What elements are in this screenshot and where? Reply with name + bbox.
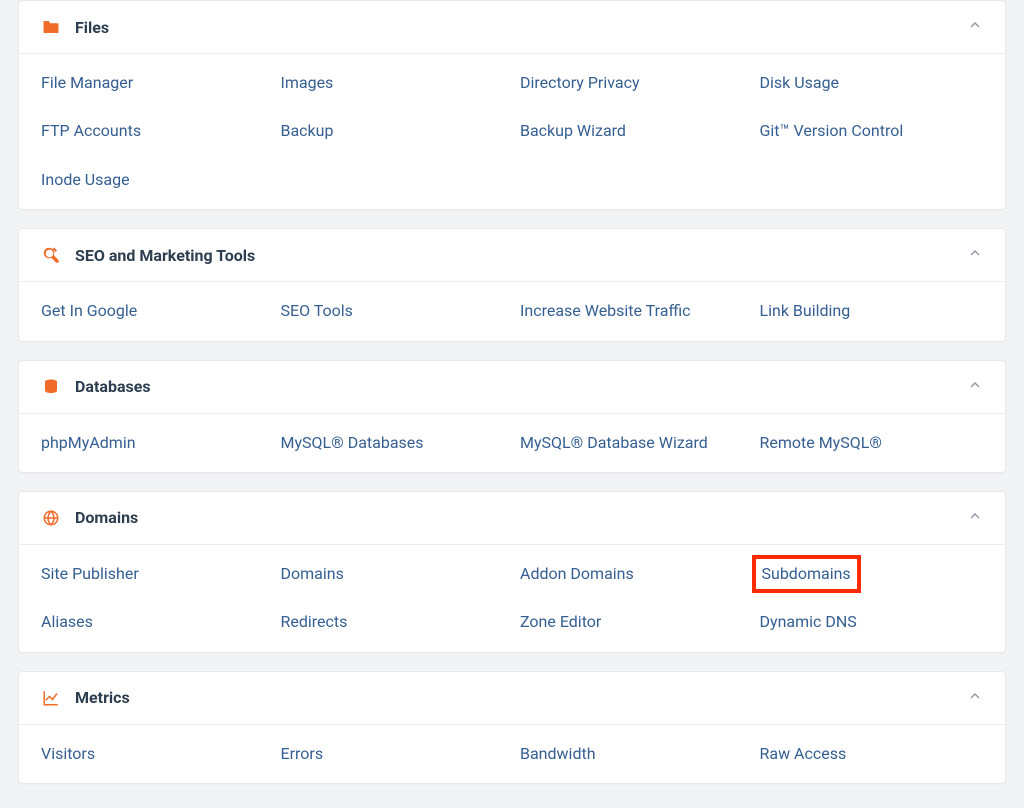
panel-body-seo: Get In Google SEO Tools Increase Website…: [19, 282, 1005, 340]
chevron-up-icon: [967, 688, 983, 708]
chevron-up-icon: [967, 508, 983, 528]
item-addon-domains[interactable]: Addon Domains: [520, 563, 744, 585]
item-seo-tools[interactable]: SEO Tools: [281, 300, 505, 322]
folder-icon: [41, 17, 61, 37]
item-aliases[interactable]: Aliases: [41, 611, 265, 633]
item-get-in-google[interactable]: Get In Google: [41, 300, 265, 322]
item-phpmyadmin[interactable]: phpMyAdmin: [41, 432, 265, 454]
globe-icon: [41, 508, 61, 528]
tools-icon: [41, 245, 61, 265]
item-ftp-accounts[interactable]: FTP Accounts: [41, 120, 265, 142]
panel-databases: Databases phpMyAdmin MySQL® Databases My…: [18, 360, 1006, 473]
chart-icon: [41, 688, 61, 708]
item-backup[interactable]: Backup: [281, 120, 505, 142]
item-site-publisher[interactable]: Site Publisher: [41, 563, 265, 585]
item-raw-access[interactable]: Raw Access: [760, 743, 984, 765]
item-increase-website-traffic[interactable]: Increase Website Traffic: [520, 300, 744, 322]
item-mysql-databases[interactable]: MySQL® Databases: [281, 432, 505, 454]
item-subdomains[interactable]: Subdomains: [760, 563, 853, 585]
panel-header-domains[interactable]: Domains: [19, 492, 1005, 545]
panel-title: Metrics: [75, 688, 967, 707]
item-mysql-database-wizard[interactable]: MySQL® Database Wizard: [520, 432, 744, 454]
panel-header-metrics[interactable]: Metrics: [19, 672, 1005, 725]
item-backup-wizard[interactable]: Backup Wizard: [520, 120, 744, 142]
database-icon: [41, 377, 61, 397]
item-images[interactable]: Images: [281, 72, 505, 94]
panel-header-databases[interactable]: Databases: [19, 361, 1005, 414]
panel-header-files[interactable]: Files: [19, 1, 1005, 54]
panel-files: Files File Manager Images Directory Priv…: [18, 0, 1006, 210]
item-remote-mysql[interactable]: Remote MySQL®: [760, 432, 984, 454]
panel-metrics: Metrics Visitors Errors Bandwidth Raw Ac…: [18, 671, 1006, 784]
chevron-up-icon: [967, 377, 983, 397]
chevron-up-icon: [967, 17, 983, 37]
item-zone-editor[interactable]: Zone Editor: [520, 611, 744, 633]
item-directory-privacy[interactable]: Directory Privacy: [520, 72, 744, 94]
item-inode-usage[interactable]: Inode Usage: [41, 169, 265, 191]
panel-seo: SEO and Marketing Tools Get In Google SE…: [18, 228, 1006, 341]
item-redirects[interactable]: Redirects: [281, 611, 505, 633]
panel-domains: Domains Site Publisher Domains Addon Dom…: [18, 491, 1006, 653]
panel-body-domains: Site Publisher Domains Addon Domains Sub…: [19, 545, 1005, 652]
panel-body-metrics: Visitors Errors Bandwidth Raw Access: [19, 725, 1005, 783]
chevron-up-icon: [967, 245, 983, 265]
item-bandwidth[interactable]: Bandwidth: [520, 743, 744, 765]
item-git-version-control[interactable]: Git™ Version Control: [760, 120, 984, 142]
panel-title: Databases: [75, 377, 967, 396]
item-errors[interactable]: Errors: [281, 743, 505, 765]
item-file-manager[interactable]: File Manager: [41, 72, 265, 94]
item-visitors[interactable]: Visitors: [41, 743, 265, 765]
panel-title: Domains: [75, 508, 967, 527]
panel-header-seo[interactable]: SEO and Marketing Tools: [19, 229, 1005, 282]
panel-body-files: File Manager Images Directory Privacy Di…: [19, 54, 1005, 209]
item-link-building[interactable]: Link Building: [760, 300, 984, 322]
item-disk-usage[interactable]: Disk Usage: [760, 72, 984, 94]
item-dynamic-dns[interactable]: Dynamic DNS: [760, 611, 984, 633]
panel-title: Files: [75, 18, 967, 37]
item-domains[interactable]: Domains: [281, 563, 505, 585]
panel-body-databases: phpMyAdmin MySQL® Databases MySQL® Datab…: [19, 414, 1005, 472]
panel-title: SEO and Marketing Tools: [75, 246, 967, 265]
